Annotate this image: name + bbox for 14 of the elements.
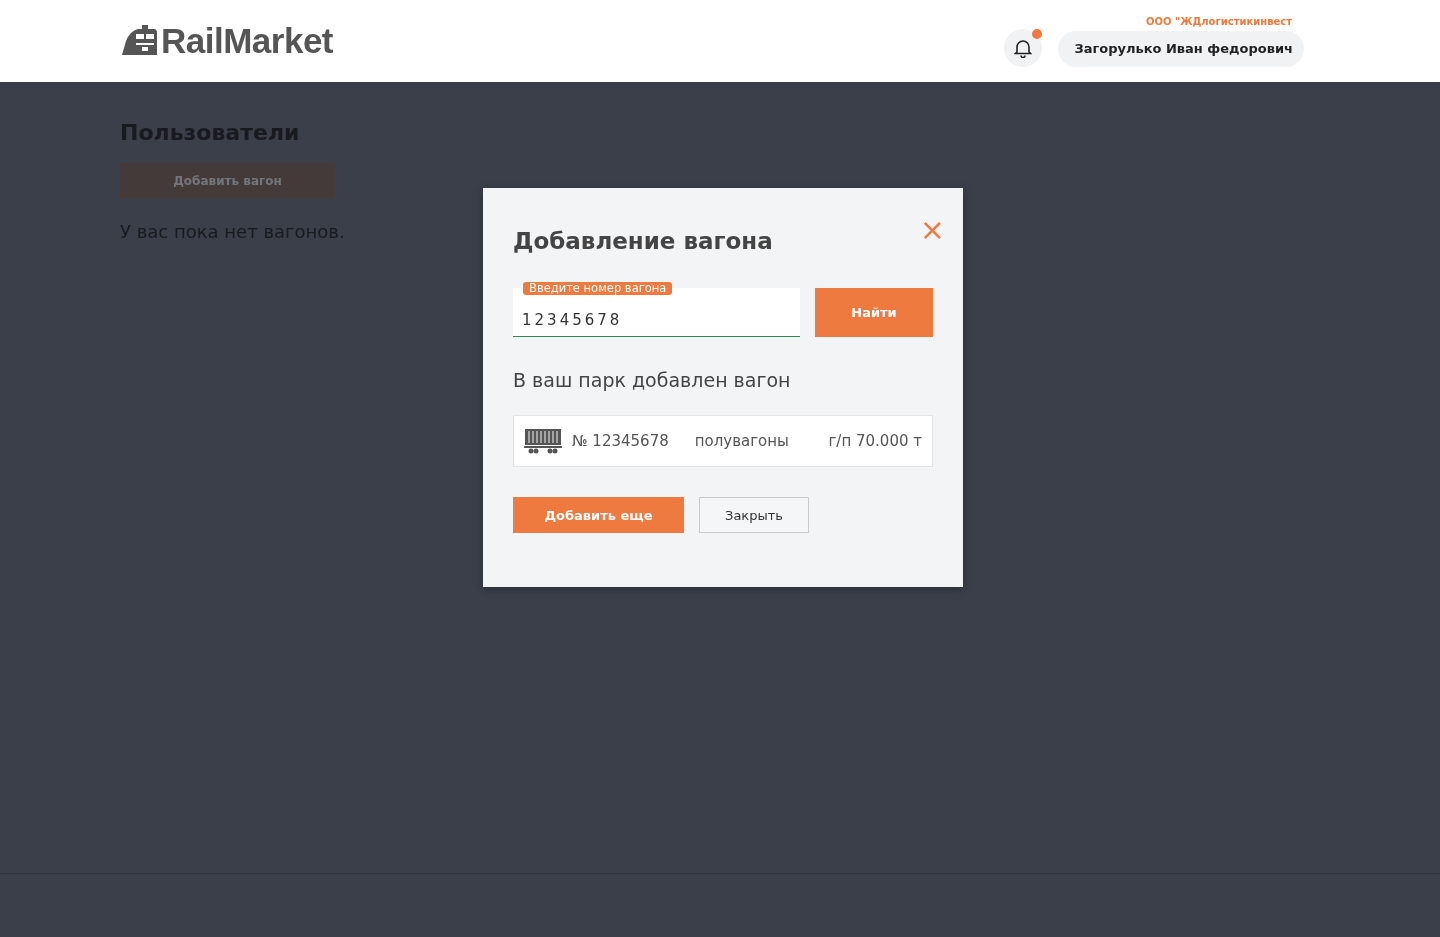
train-icon	[120, 25, 158, 57]
modal-title: Добавление вагона	[513, 228, 773, 254]
user-menu-button[interactable]: Загорулько Иван федорович	[1058, 30, 1304, 67]
wagon-capacity: г/п 70.000 т	[828, 432, 922, 450]
company-name: ООО "ЖДлогистикинвест	[1145, 15, 1292, 27]
result-title: В ваш парк добавлен вагон	[513, 369, 792, 391]
bell-icon	[1014, 37, 1033, 58]
wagon-type: полувагоны	[694, 432, 789, 450]
logo-text[interactable]: RailMarket	[161, 21, 334, 61]
wagon-number: № 12345678	[572, 432, 669, 450]
wagon-icon	[524, 428, 562, 454]
close-dialog-button[interactable]: Закрыть	[699, 497, 809, 533]
field-label: Введите номер вагона	[523, 282, 673, 295]
notification-button[interactable]	[1004, 28, 1043, 67]
